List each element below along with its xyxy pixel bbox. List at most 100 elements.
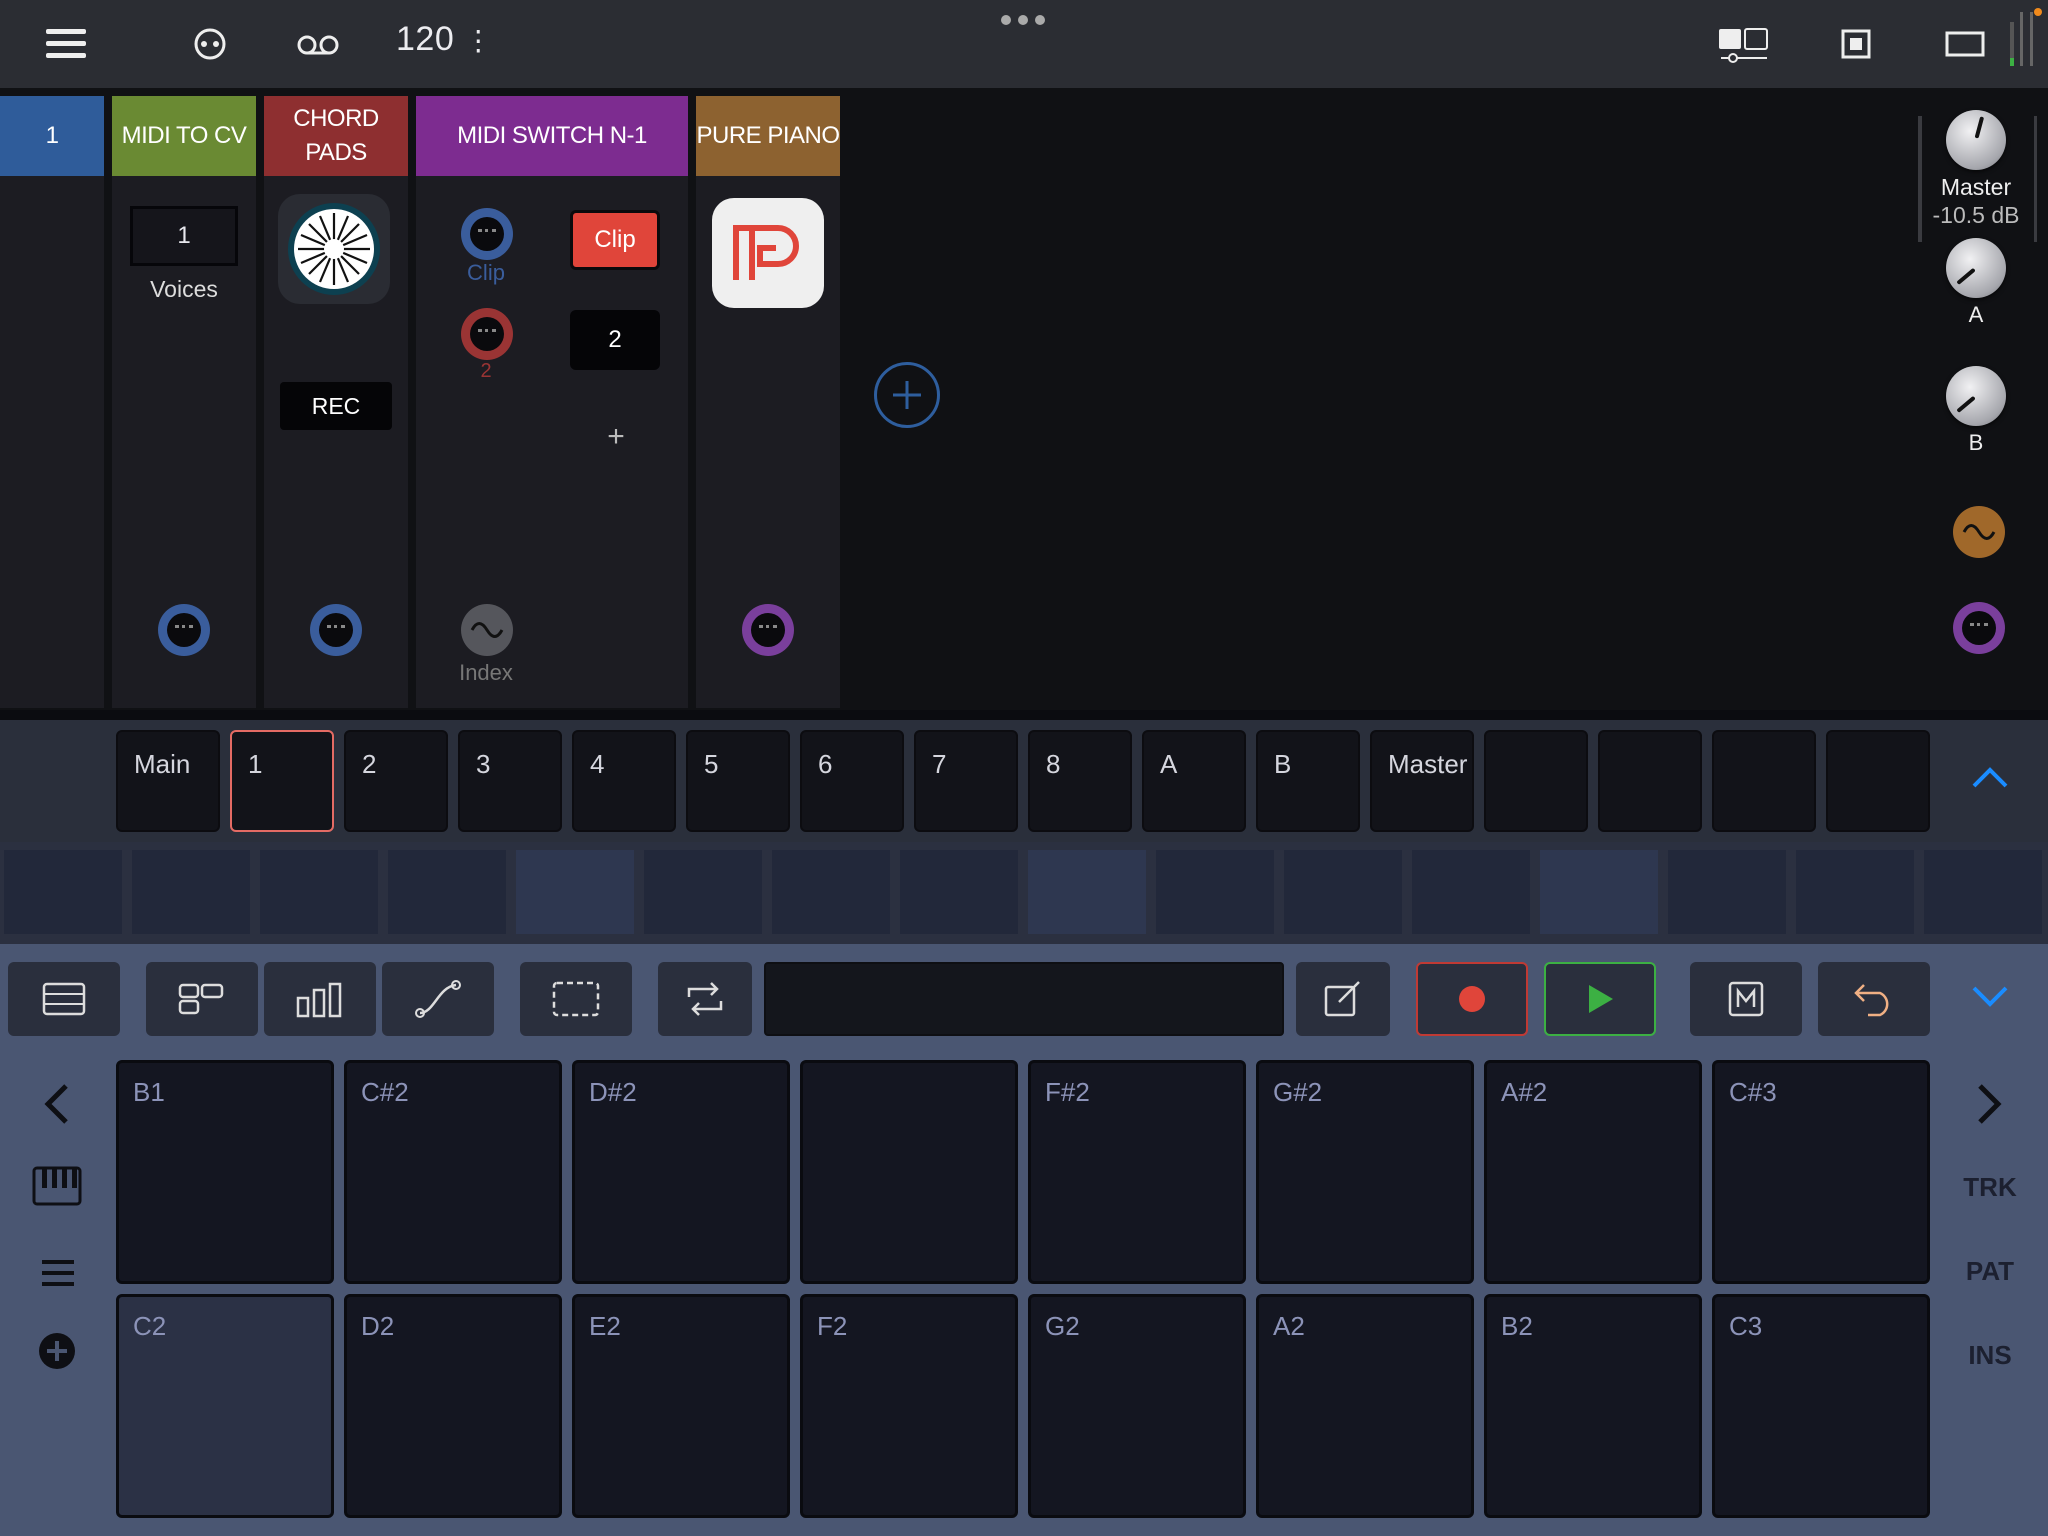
metronome-button[interactable] [1690, 962, 1802, 1036]
stop-frame-icon[interactable] [1838, 26, 1874, 62]
channel-tab-empty[interactable] [1826, 730, 1930, 832]
pad[interactable]: C2 [116, 1294, 334, 1518]
track-mode-button[interactable]: TRK [1950, 1172, 2030, 1203]
track-header[interactable]: 1 [0, 96, 104, 176]
channel-tab-3[interactable]: 3 [458, 730, 562, 832]
bpm-menu-icon[interactable]: ⋮ [464, 25, 493, 56]
send-b-knob[interactable] [1946, 366, 2006, 426]
channel-tab-8[interactable]: 8 [1028, 730, 1132, 832]
keyboard-icon[interactable] [32, 1166, 84, 1210]
channel-tab-main[interactable]: Main [116, 730, 220, 832]
pattern-slot[interactable] [644, 850, 762, 934]
pattern-slot[interactable] [900, 850, 1018, 934]
pad[interactable]: G#2 [1256, 1060, 1474, 1284]
voices-field[interactable]: 1 [130, 206, 238, 266]
bpm-display[interactable]: 120 ⋮ [396, 20, 493, 59]
chord-pads-app-icon[interactable] [278, 194, 390, 304]
channel-tab-1[interactable]: 1 [230, 730, 334, 832]
pattern-slot[interactable] [516, 850, 634, 934]
module-header[interactable]: MIDI TO CV [112, 96, 256, 176]
velocity-view-button[interactable] [264, 962, 376, 1036]
menu-icon[interactable] [40, 1258, 80, 1294]
pad[interactable]: E2 [572, 1294, 790, 1518]
previous-octave-icon[interactable] [40, 1082, 80, 1130]
pattern-slot[interactable] [1796, 850, 1914, 934]
pattern-slot[interactable] [1284, 850, 1402, 934]
record-button[interactable] [1416, 962, 1528, 1036]
window-icon[interactable] [1944, 26, 1986, 62]
pattern-slot[interactable] [1156, 850, 1274, 934]
automation-view-button[interactable] [382, 962, 494, 1036]
module-header[interactable]: MIDI SWITCH N-1 [416, 96, 688, 176]
module-header[interactable]: CHORD PADS [264, 96, 408, 176]
pattern-slot[interactable] [1668, 850, 1786, 934]
split-view-icon[interactable] [1716, 24, 1772, 64]
channel-tab-2[interactable]: 2 [344, 730, 448, 832]
pattern-slot[interactable] [4, 850, 122, 934]
pad[interactable]: C#3 [1712, 1060, 1930, 1284]
instrument-mode-button[interactable]: INS [1950, 1340, 2030, 1371]
pattern-slot[interactable] [772, 850, 890, 934]
clip-input-jack[interactable] [461, 208, 513, 260]
add-pad-icon[interactable] [38, 1332, 78, 1372]
master-audio-jack[interactable] [1953, 602, 2005, 654]
add-output-button[interactable]: + [596, 420, 636, 454]
pattern-name-field[interactable] [764, 962, 1284, 1036]
pad[interactable]: F2 [800, 1294, 1018, 1518]
more-icon[interactable] [998, 10, 1048, 30]
send-a-knob[interactable] [1946, 238, 2006, 298]
add-module-button[interactable] [874, 362, 940, 428]
audio-out-jack[interactable] [742, 604, 794, 656]
output-2-button[interactable]: 2 [570, 310, 660, 370]
list-view-button[interactable] [8, 962, 120, 1036]
pattern-slot[interactable] [1028, 850, 1146, 934]
pattern-slot[interactable] [260, 850, 378, 934]
menu-icon[interactable] [44, 24, 88, 64]
channel-tab-7[interactable]: 7 [914, 730, 1018, 832]
collapse-up-icon[interactable] [1970, 764, 2018, 800]
select-button[interactable] [520, 962, 632, 1036]
pad[interactable]: C3 [1712, 1294, 1930, 1518]
pure-piano-app-icon[interactable] [712, 198, 824, 308]
next-octave-icon[interactable] [1970, 1082, 2010, 1130]
pattern-slot[interactable] [132, 850, 250, 934]
channel-tab-5[interactable]: 5 [686, 730, 790, 832]
clip-view-button[interactable] [146, 962, 258, 1036]
master-volume-knob[interactable] [1946, 110, 2006, 170]
collapse-down-icon[interactable] [1970, 984, 2018, 1020]
pad[interactable]: B2 [1484, 1294, 1702, 1518]
channel-tab-empty[interactable] [1598, 730, 1702, 832]
master-mod-jack[interactable] [1953, 506, 2005, 558]
channel-tab-a[interactable]: A [1142, 730, 1246, 832]
play-button[interactable] [1544, 962, 1656, 1036]
input-2-jack[interactable] [461, 308, 513, 360]
pad[interactable] [800, 1060, 1018, 1284]
midi-out-jack[interactable] [158, 604, 210, 656]
module-header[interactable]: PURE PIANO [696, 96, 840, 176]
pad[interactable]: B1 [116, 1060, 334, 1284]
link-icon[interactable] [190, 26, 230, 62]
pattern-mode-button[interactable]: PAT [1950, 1256, 2030, 1287]
channel-tab-6[interactable]: 6 [800, 730, 904, 832]
channel-tab-4[interactable]: 4 [572, 730, 676, 832]
pattern-slot[interactable] [1540, 850, 1658, 934]
pattern-slot[interactable] [388, 850, 506, 934]
midi-out-jack[interactable] [310, 604, 362, 656]
pad[interactable]: G2 [1028, 1294, 1246, 1518]
channel-tab-empty[interactable] [1712, 730, 1816, 832]
channel-tab-master[interactable]: Master [1370, 730, 1474, 832]
tape-icon[interactable] [296, 30, 340, 60]
loop-button[interactable] [658, 962, 752, 1036]
pad[interactable]: C#2 [344, 1060, 562, 1284]
index-mod-jack[interactable] [461, 604, 513, 656]
pad[interactable]: A2 [1256, 1294, 1474, 1518]
edit-button[interactable] [1296, 962, 1390, 1036]
undo-button[interactable] [1818, 962, 1930, 1036]
pattern-slot[interactable] [1412, 850, 1530, 934]
pad[interactable]: A#2 [1484, 1060, 1702, 1284]
pad[interactable]: D2 [344, 1294, 562, 1518]
pad[interactable]: D#2 [572, 1060, 790, 1284]
rec-button[interactable]: REC [280, 382, 392, 430]
channel-tab-empty[interactable] [1484, 730, 1588, 832]
clip-button[interactable]: Clip [570, 210, 660, 270]
